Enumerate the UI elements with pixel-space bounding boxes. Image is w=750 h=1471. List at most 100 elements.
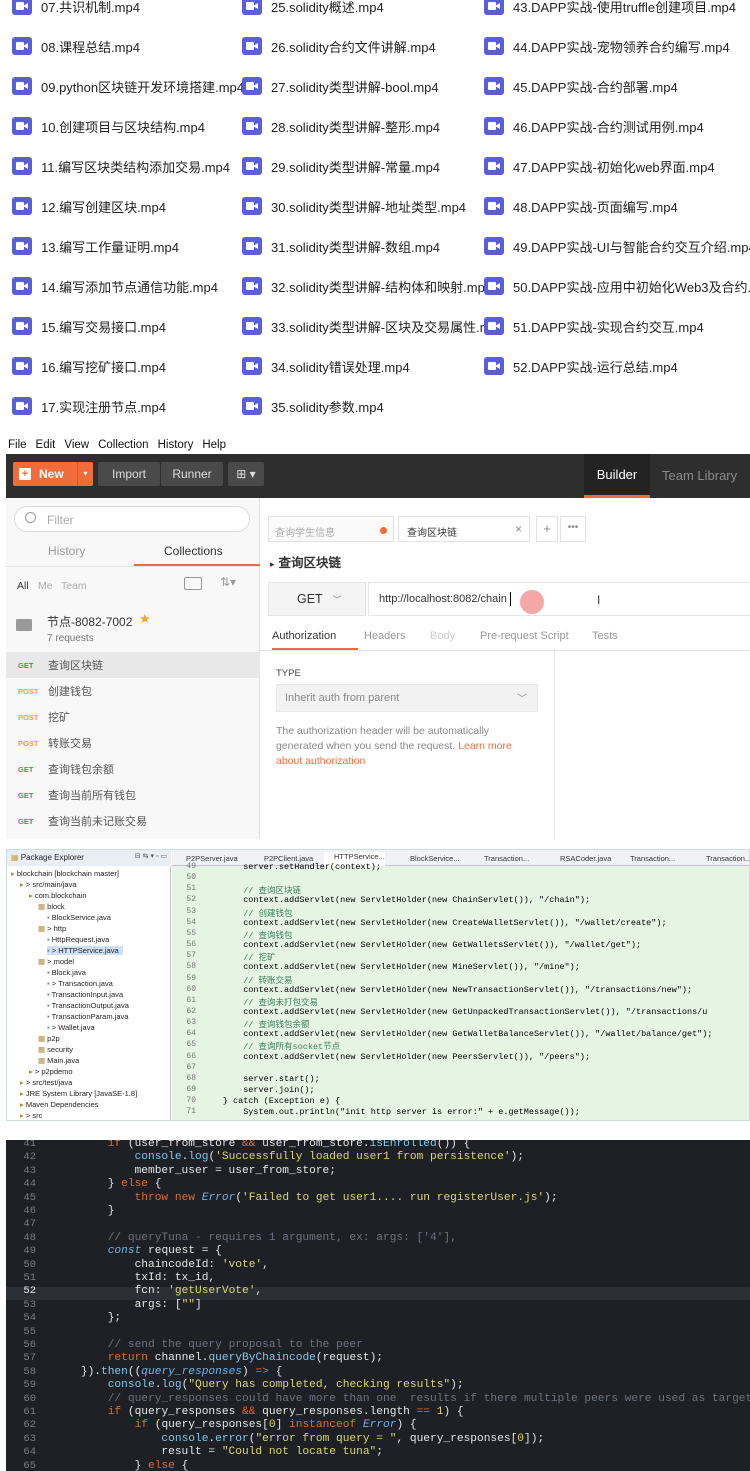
- subtab[interactable]: Authorization: [272, 630, 336, 642]
- file-item[interactable]: 25.solidity概述.mp4: [242, 0, 384, 18]
- tree-item[interactable]: ▪ TransactionInput.java: [47, 990, 123, 999]
- new-folder-icon[interactable]: [184, 577, 202, 590]
- file-item[interactable]: 26.solidity合约文件讲解.mp4: [242, 34, 436, 58]
- file-item[interactable]: 45.DAPP实战-合约部署.mp4: [484, 74, 678, 98]
- subtab[interactable]: Body: [430, 630, 455, 642]
- file-item[interactable]: 16.编写挖矿接口.mp4: [12, 354, 166, 378]
- tree-item[interactable]: ▦ > http: [38, 924, 66, 933]
- subtab[interactable]: Tests: [592, 630, 618, 642]
- builder-tab[interactable]: Builder: [584, 454, 650, 498]
- tree-item[interactable]: ▦ p2p: [38, 1034, 60, 1043]
- request-item[interactable]: GET 查询区块链: [6, 652, 260, 678]
- file-item[interactable]: 28.solidity类型讲解-整形.mp4: [242, 114, 440, 138]
- tree-item[interactable]: ▪ TransactionOutput.java: [47, 1001, 129, 1010]
- more-tabs-button[interactable]: •••: [560, 516, 586, 542]
- request-item[interactable]: GET 查询钱包余额: [6, 756, 260, 782]
- file-item[interactable]: 51.DAPP实战-实现合约交互.mp4: [484, 314, 704, 338]
- request-tab-2[interactable]: 查询区块链 ×: [398, 516, 530, 542]
- file-item[interactable]: 48.DAPP实战-页面编写.mp4: [484, 194, 678, 218]
- tree-item[interactable]: ▸ Maven Dependencies: [20, 1100, 98, 1109]
- new-button[interactable]: + New ▾: [13, 462, 93, 486]
- request-item[interactable]: GET 查询当前所有钱包: [6, 782, 260, 808]
- tree-item[interactable]: ▸ > src/test/java: [20, 1078, 72, 1087]
- subtab[interactable]: Pre-request Script: [480, 630, 569, 642]
- file-item[interactable]: 14.编写添加节点通信功能.mp4: [12, 274, 218, 298]
- file-item[interactable]: 29.solidity类型讲解-常量.mp4: [242, 154, 440, 178]
- star-icon[interactable]: ★: [139, 611, 151, 627]
- file-item[interactable]: 31.solidity类型讲解-数组.mp4: [242, 234, 440, 258]
- new-window-button[interactable]: ⊞ ▾: [228, 462, 264, 486]
- request-tab-1[interactable]: 查询学生信息: [268, 516, 394, 542]
- subtab[interactable]: Headers: [364, 630, 406, 642]
- auth-type-select[interactable]: Inherit auth from parent ﹀: [276, 684, 538, 712]
- file-item[interactable]: 52.DAPP实战-运行总结.mp4: [484, 354, 678, 378]
- filter-team[interactable]: Team: [61, 580, 87, 592]
- menu-item[interactable]: File: [8, 439, 27, 451]
- menu-item[interactable]: Collection: [98, 439, 149, 451]
- request-item[interactable]: POST 创建钱包: [6, 678, 260, 704]
- view-menu-icon[interactable]: ⊟ ⇆ ▾ ▫ ▭: [135, 852, 167, 860]
- filter-input[interactable]: Filter: [14, 506, 250, 532]
- menu-item[interactable]: Help: [202, 439, 226, 451]
- tab-history[interactable]: History: [48, 544, 85, 558]
- tree-item[interactable]: ▸ JRE System Library [JavaSE-1.8]: [20, 1089, 137, 1098]
- code-editor[interactable]: 49 server.setHandler(context); 50 51 // 查询…: [172, 862, 749, 1120]
- close-icon[interactable]: ×: [515, 522, 522, 536]
- sort-icon[interactable]: ⇅▾: [220, 575, 236, 589]
- tab-collections[interactable]: Collections: [164, 544, 223, 558]
- file-item[interactable]: 08.课程总结.mp4: [12, 34, 140, 58]
- tree-item[interactable]: ▪ > HTTPService.java: [47, 946, 123, 955]
- file-item[interactable]: 09.python区块链开发环境搭建.mp4: [12, 74, 244, 98]
- collection-name[interactable]: 节点-8082-7002: [47, 613, 132, 630]
- file-item[interactable]: 46.DAPP实战-合约测试用例.mp4: [484, 114, 704, 138]
- file-item[interactable]: 49.DAPP实战-UI与智能合约交互介绍.mp4: [484, 234, 750, 258]
- tree-item[interactable]: ▪ TransactionParam.java: [47, 1012, 128, 1021]
- file-item[interactable]: 10.创建项目与区块结构.mp4: [12, 114, 205, 138]
- tree-item[interactable]: ▪ BlockService.java: [47, 913, 111, 922]
- file-item[interactable]: 12.编写创建区块.mp4: [12, 194, 166, 218]
- file-item[interactable]: 15.编写交易接口.mp4: [12, 314, 166, 338]
- tree-item[interactable]: ▦ Main.java: [38, 1056, 79, 1065]
- method-select[interactable]: GET ﹀: [268, 582, 366, 616]
- dark-code-editor[interactable]: 41 42 43 44 45 46 47 48 49 50 51 52 53 54 55 56 57 58 59 60…: [6, 1140, 750, 1471]
- tree-item[interactable]: ▸ > src/main/java: [20, 880, 77, 889]
- file-item[interactable]: 33.solidity类型讲解-区块及交易属性.m: [242, 314, 491, 338]
- request-item[interactable]: POST 挖矿: [6, 704, 260, 730]
- file-item[interactable]: 35.solidity参数.mp4: [242, 394, 384, 418]
- tree-item[interactable]: ▪ HttpRequest.java: [47, 935, 109, 944]
- team-library-tab[interactable]: Team Library: [662, 468, 737, 483]
- file-item[interactable]: 30.solidity类型讲解-地址类型.mp4: [242, 194, 466, 218]
- file-item[interactable]: 50.DAPP实战-应用中初始化Web3及合约.mp: [484, 274, 750, 298]
- file-item[interactable]: 17.实现注册节点.mp4: [12, 394, 166, 418]
- runner-button[interactable]: Runner: [161, 462, 223, 486]
- tree-item[interactable]: ▦ security: [38, 1045, 73, 1054]
- import-button[interactable]: Import: [98, 462, 160, 486]
- tree-item[interactable]: ▸ > p2pdemo: [29, 1067, 73, 1076]
- filter-all[interactable]: All: [17, 580, 29, 592]
- tree-item[interactable]: ▪ > Wallet.java: [47, 1023, 95, 1032]
- tree-item[interactable]: ▪ > Transaction.java: [47, 979, 113, 988]
- tree-item[interactable]: ▪ Block.java: [47, 968, 86, 977]
- file-item[interactable]: 47.DAPP实战-初始化web界面.mp4: [484, 154, 715, 178]
- file-item[interactable]: 11.编写区块类结构添加交易.mp4: [12, 154, 230, 178]
- menu-item[interactable]: History: [158, 439, 194, 451]
- file-item[interactable]: 32.solidity类型讲解-结构体和映射.mp4: [242, 274, 492, 298]
- file-item[interactable]: 44.DAPP实战-宠物领养合约编写.mp4: [484, 34, 730, 58]
- request-item[interactable]: GET 查询当前未记账交易: [6, 808, 260, 834]
- file-item[interactable]: 13.编写工作量证明.mp4: [12, 234, 179, 258]
- tree-item[interactable]: ▸ blockchain [blockchain master]: [11, 869, 119, 878]
- tree-item[interactable]: ▦ > model: [38, 957, 74, 966]
- tree-item[interactable]: ▸ > src: [20, 1111, 42, 1120]
- tree-item[interactable]: ▦ block: [38, 902, 65, 911]
- file-item[interactable]: 07.共识机制.mp4: [12, 0, 140, 18]
- file-item[interactable]: 43.DAPP实战-使用truffle创建项目.mp4: [484, 0, 736, 18]
- menu-item[interactable]: View: [64, 439, 89, 451]
- request-item[interactable]: POST 转账交易: [6, 730, 260, 756]
- menu-item[interactable]: Edit: [36, 439, 56, 451]
- filter-me[interactable]: Me: [38, 580, 53, 592]
- url-input[interactable]: http://localhost:8082/chain I: [368, 582, 750, 616]
- tree-item[interactable]: ▸ com.blockchain: [29, 891, 87, 900]
- file-item[interactable]: 34.solidity错误处理.mp4: [242, 354, 410, 378]
- file-item[interactable]: 27.solidity类型讲解-bool.mp4: [242, 74, 439, 98]
- add-tab-button[interactable]: +: [536, 516, 558, 542]
